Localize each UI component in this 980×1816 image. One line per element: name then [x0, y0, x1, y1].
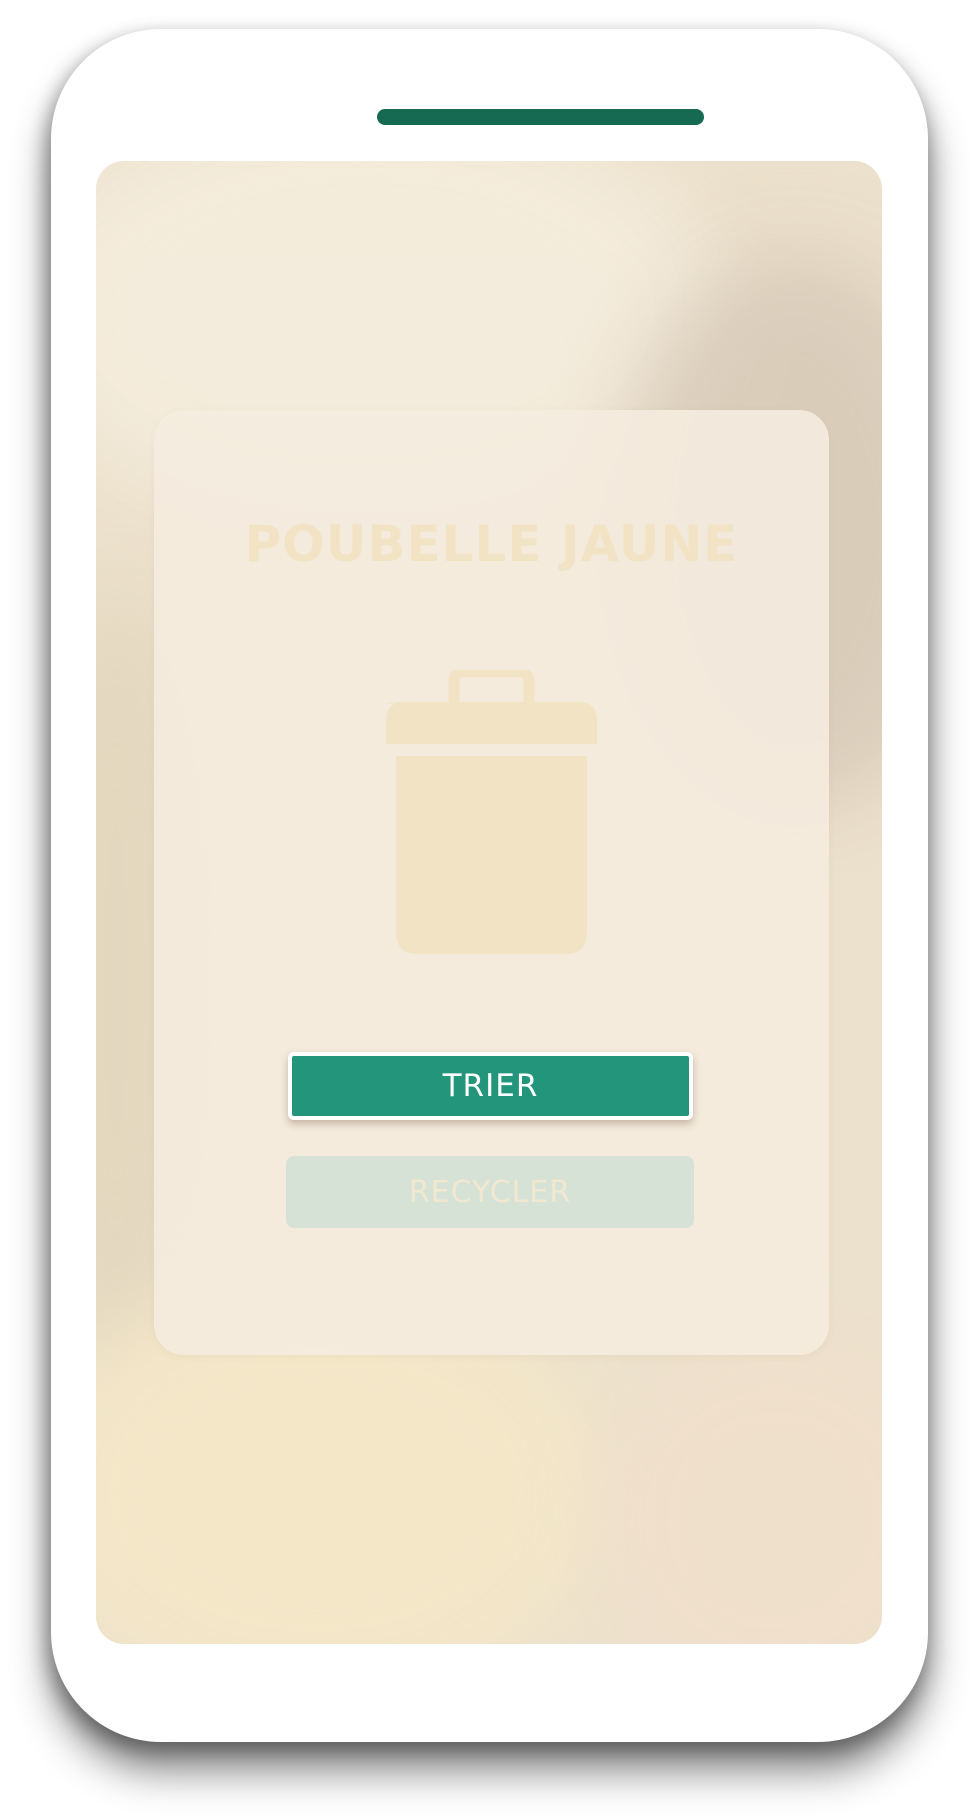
phone-speaker: [377, 109, 704, 125]
recycle-button[interactable]: RECYCLER: [286, 1156, 694, 1228]
sort-button[interactable]: TRIER: [288, 1052, 693, 1120]
bin-card: POUBELLE JAUNE TRIER RECYCLER: [154, 410, 829, 1355]
trash-bin-icon: [386, 670, 597, 954]
card-title: POUBELLE JAUNE: [244, 515, 739, 573]
